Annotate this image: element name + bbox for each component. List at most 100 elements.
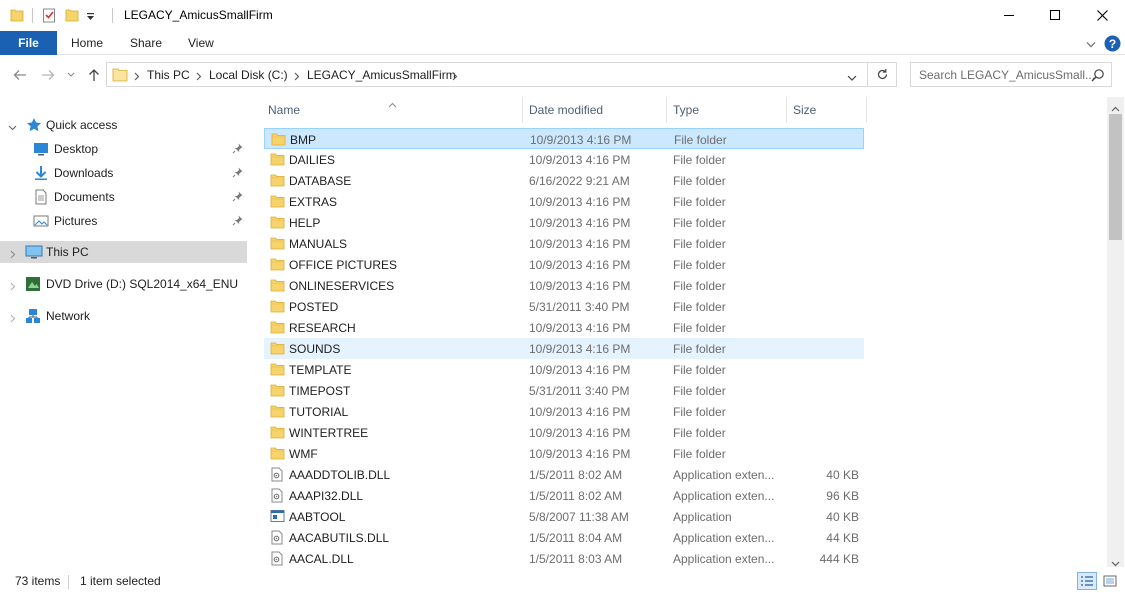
scroll-up-icon[interactable] — [1111, 101, 1120, 115]
pin-icon[interactable] — [232, 142, 244, 157]
file-name: BMP — [290, 133, 317, 147]
file-row[interactable]: POSTED 5/31/2011 3:40 PM File folder — [264, 296, 864, 317]
pin-icon[interactable] — [232, 190, 244, 205]
file-row[interactable]: AACAL.DLL 1/5/2011 8:03 AM Application ext… — [264, 548, 864, 569]
address-bar[interactable]: This PC Local Disk (C:) LEGACY_AmicusSma… — [106, 62, 868, 87]
file-row[interactable]: OFFICE PICTURES 10/9/2013 4:16 PM File fol… — [264, 254, 864, 275]
column-header-date[interactable]: Date modified — [529, 103, 603, 117]
file-row[interactable]: AACABUTILS.DLL 1/5/2011 8:04 AM Applicatio… — [264, 527, 864, 548]
file-name: ONLINESERVICES — [289, 279, 395, 293]
file-date-modified: 5/31/2011 3:40 PM — [529, 300, 630, 314]
file-row[interactable]: HELP 10/9/2013 4:16 PM File folder — [264, 212, 864, 233]
tab-share[interactable]: Share — [130, 36, 162, 50]
chevron-right-icon[interactable] — [134, 70, 140, 84]
file-row[interactable]: DATABASE 6/16/2022 9:21 AM File folder — [264, 170, 864, 191]
nav-item-network[interactable]: Network — [0, 305, 247, 327]
details-view-button[interactable] — [1077, 572, 1097, 590]
minimize-button[interactable] — [986, 0, 1032, 31]
file-row[interactable]: EXTRAS 10/9/2013 4:16 PM File folder — [264, 191, 864, 212]
file-row[interactable]: TEMPLATE 10/9/2013 4:16 PM File folder — [264, 359, 864, 380]
chevron-right-icon[interactable] — [196, 70, 202, 84]
help-icon[interactable]: ? — [1104, 35, 1121, 55]
file-row[interactable]: AAAPI32.DLL 1/5/2011 8:02 AM Application e… — [264, 485, 864, 506]
application-icon — [270, 509, 285, 526]
nav-quick-access[interactable]: Quick access — [0, 114, 247, 136]
file-row[interactable]: MANUALS 10/9/2013 4:16 PM File folder — [264, 233, 864, 254]
recent-locations-icon[interactable] — [64, 64, 78, 86]
nav-item-documents[interactable]: Documents — [0, 186, 247, 208]
column-divider[interactable] — [786, 97, 787, 123]
forward-button[interactable] — [38, 64, 58, 86]
file-row[interactable]: BMP 10/9/2013 4:16 PM File folder — [264, 128, 864, 149]
file-type: File folder — [673, 447, 726, 461]
file-row[interactable]: RESEARCH 10/9/2013 4:16 PM File folder — [264, 317, 864, 338]
file-date-modified: 1/5/2011 8:02 AM — [529, 468, 623, 482]
breadcrumb-this-pc[interactable]: This PC — [147, 68, 190, 82]
close-button[interactable] — [1079, 0, 1125, 31]
file-date-modified: 10/9/2013 4:16 PM — [529, 195, 631, 209]
folder-icon — [270, 362, 285, 379]
file-row[interactable]: DAILIES 10/9/2013 4:16 PM File folder — [264, 149, 864, 170]
customize-quick-access-icon[interactable] — [86, 11, 95, 25]
expand-ribbon-icon[interactable] — [1086, 38, 1096, 52]
tab-home[interactable]: Home — [71, 36, 103, 50]
scroll-down-icon[interactable] — [1111, 556, 1120, 570]
chevron-right-icon[interactable] — [9, 312, 17, 323]
search-input[interactable]: Search LEGACY_AmicusSmall... — [919, 68, 1095, 82]
pin-icon[interactable] — [232, 214, 244, 229]
file-row[interactable]: WINTERTREE 10/9/2013 4:16 PM File folder — [264, 422, 864, 443]
file-row[interactable]: AAADDTOLIB.DLL 1/5/2011 8:02 AM Applicatio… — [264, 464, 864, 485]
scrollbar-thumb[interactable] — [1109, 114, 1122, 240]
nav-item-dvd-drive[interactable]: DVD Drive (D:) SQL2014_x64_ENU — [0, 273, 247, 295]
breadcrumb-local-disk[interactable]: Local Disk (C:) — [209, 68, 288, 82]
nav-item-downloads[interactable]: Downloads — [0, 162, 247, 184]
column-divider[interactable] — [522, 97, 523, 123]
file-type: File folder — [673, 321, 726, 335]
column-header-type[interactable]: Type — [673, 103, 699, 117]
file-row[interactable]: SOUNDS 10/9/2013 4:16 PM File folder — [264, 338, 864, 359]
tab-view[interactable]: View — [188, 36, 214, 50]
column-header-name[interactable]: Name — [268, 103, 300, 117]
file-name: AAAPI32.DLL — [289, 489, 364, 503]
file-row[interactable]: TUTORIAL 10/9/2013 4:16 PM File folder — [264, 401, 864, 422]
search-icon[interactable] — [1091, 68, 1105, 85]
chevron-right-icon[interactable] — [452, 70, 458, 84]
vertical-scrollbar[interactable] — [1107, 97, 1124, 567]
new-folder-icon[interactable] — [65, 7, 79, 26]
file-date-modified: 10/9/2013 4:16 PM — [529, 342, 631, 356]
file-row[interactable]: ONLINESERVICES 10/9/2013 4:16 PM File fold… — [264, 275, 864, 296]
chevron-right-icon[interactable] — [294, 70, 300, 84]
nav-item-pictures[interactable]: Pictures — [0, 210, 247, 232]
file-date-modified: 1/5/2011 8:03 AM — [529, 552, 623, 566]
nav-label: Pictures — [54, 214, 98, 228]
file-type: Application — [673, 510, 732, 524]
tab-file[interactable]: File — [0, 31, 57, 55]
nav-label: This PC — [46, 245, 89, 259]
pin-icon[interactable] — [232, 166, 244, 181]
file-name: WMF — [289, 447, 318, 461]
refresh-button[interactable] — [868, 62, 897, 87]
file-date-modified: 6/16/2022 9:21 AM — [529, 174, 630, 188]
search-box[interactable]: Search LEGACY_AmicusSmall... — [910, 62, 1112, 87]
breadcrumb-current-folder[interactable]: LEGACY_AmicusSmallFirm — [307, 68, 456, 82]
chevron-right-icon[interactable] — [9, 248, 17, 259]
file-row[interactable]: WMF 10/9/2013 4:16 PM File folder — [264, 443, 864, 464]
file-name: OFFICE PICTURES — [289, 258, 398, 272]
back-button[interactable] — [10, 64, 30, 86]
nav-label: Quick access — [46, 118, 118, 132]
nav-item-desktop[interactable]: Desktop — [0, 138, 247, 160]
address-history-dropdown-icon[interactable] — [847, 71, 857, 85]
chevron-down-icon[interactable] — [8, 121, 17, 131]
file-row[interactable]: TIMEPOST 5/31/2011 3:40 PM File folder — [264, 380, 864, 401]
maximize-button[interactable] — [1032, 0, 1078, 31]
large-icons-view-button[interactable] — [1100, 572, 1120, 590]
column-divider[interactable] — [666, 97, 667, 123]
chevron-right-icon[interactable] — [9, 280, 17, 291]
file-type: File folder — [673, 216, 726, 230]
properties-icon[interactable] — [42, 7, 57, 26]
column-divider[interactable] — [866, 97, 867, 123]
up-button[interactable] — [84, 64, 104, 86]
column-header-size[interactable]: Size — [793, 103, 816, 117]
file-row[interactable]: AABTOOL 5/8/2007 11:38 AM Application 40 KB — [264, 506, 864, 527]
nav-item-this-pc[interactable]: This PC — [0, 241, 247, 263]
